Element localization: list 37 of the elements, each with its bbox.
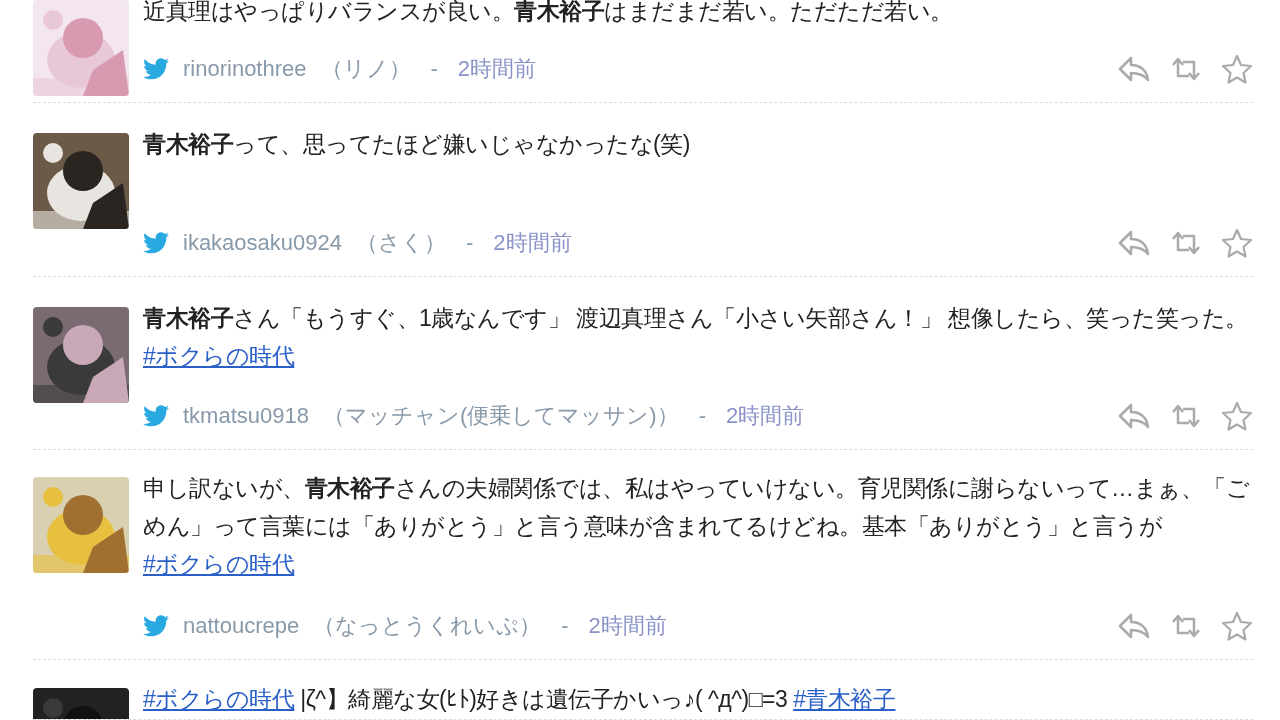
tweet-text: #ボクらの時代 |ζ^】綺麗な女(ﾋﾄ)好きは遺伝子かいっ♪( ^д^)□=3 #青木裕子 [143,685,897,714]
star-icon[interactable] [1221,53,1253,84]
timestamp[interactable]: 2時間前 [457,52,537,85]
display-name: （マッチャン(便乗してマッサン)） [322,402,679,430]
bird-icon [143,404,169,427]
bird-icon [143,231,169,254]
tweet-text: 近真理はやっぱりバランスが良い。青木裕子はまだまだ若い。ただただ若い。 [143,0,954,26]
reply-icon[interactable] [1117,228,1151,257]
separator: - [429,55,439,83]
hashtag-link[interactable]: #ボクらの時代 [143,686,295,712]
reply-icon[interactable] [1117,611,1151,640]
separator: - [697,402,707,430]
hashtag-link[interactable]: #ボクらの時代 [143,551,295,577]
reply-icon[interactable] [1117,54,1151,83]
username[interactable]: tkmatsu0918 [183,399,309,432]
username[interactable]: rinorinothree [183,52,307,85]
hashtag-link[interactable]: #ボクらの時代 [143,343,295,369]
timestamp[interactable]: 2時間前 [588,609,667,642]
timestamp[interactable]: 2時間前 [725,399,805,432]
star-icon[interactable] [1221,227,1253,258]
display-name: （なっとうくれいぷ） [313,612,542,640]
separator: - [465,229,475,257]
hashtag-link[interactable]: #青木裕子 [793,686,896,712]
tweet-text: 青木裕子さん「もうすぐ、1歳なんです」 渡辺真理さん「小さい矢部さん！」 想像したら、笑った笑った。 #ボクらの時代 [143,304,1249,371]
tweet-text: 申し訳ないが、青木裕子さんの夫婦関係では、私はやっていけない。育児関係に謝らないって…まぁ、「ごめん」って言葉には「ありがとう」と言う意味が含まれてるけどね。基本「ありがとう」と言うが #ボクらの時代 [143,474,1251,579]
tweet-text: 青木裕子って、思ってたほど嫌いじゃなかったな(笑) [143,130,691,159]
timestamp[interactable]: 2時間前 [493,226,572,259]
reply-icon[interactable] [1117,401,1151,430]
separator: - [560,612,570,640]
bird-icon [143,57,169,80]
star-icon[interactable] [1221,400,1253,431]
username[interactable]: ikakaosaku0924 [183,226,342,259]
star-icon[interactable] [1221,610,1253,641]
display-name: （リノ） [320,55,411,83]
username[interactable]: nattoucrepe [183,609,300,642]
bird-icon [143,614,169,637]
display-name: （さく） [356,229,446,257]
